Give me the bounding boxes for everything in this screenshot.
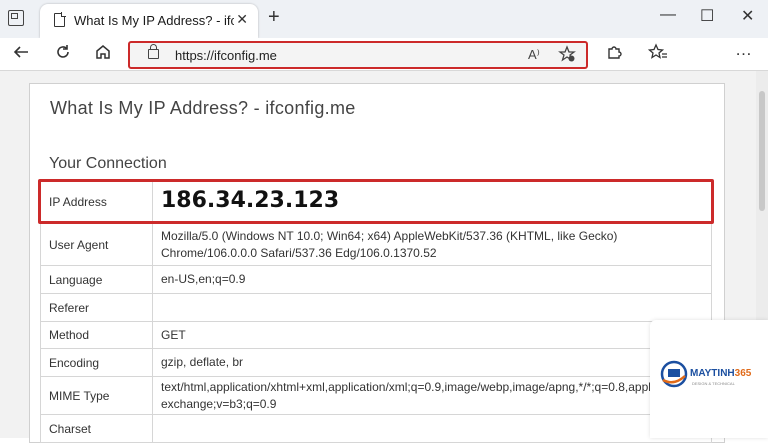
page-icon (54, 12, 66, 27)
more-icon[interactable]: … (735, 40, 752, 60)
ip-highlight-frame (38, 179, 714, 224)
extensions-icon[interactable] (605, 43, 623, 66)
row-key: Charset (40, 414, 153, 443)
row-key: Referer (40, 293, 153, 322)
add-favorite-icon[interactable] (558, 45, 576, 68)
maytinh365-logo-icon (660, 360, 688, 388)
brand-number: 365 (734, 368, 752, 379)
section-title: Your Connection (49, 155, 167, 172)
row-key: User Agent (40, 223, 153, 266)
row-value: gzip, deflate, br (152, 348, 712, 377)
lock-icon[interactable] (148, 44, 159, 59)
table-row: Method GET (40, 321, 712, 349)
page-title: What Is My IP Address? - ifconfig.me (50, 98, 356, 118)
tab-close-icon[interactable]: ✕ (236, 11, 248, 28)
close-window-button[interactable]: ✕ (741, 6, 754, 26)
row-value (152, 414, 712, 443)
row-value: text/html,application/xhtml+xml,applicat… (152, 376, 728, 415)
row-key: MIME Type (40, 376, 153, 415)
tab-title: What Is My IP Address? - ifconfig (74, 13, 234, 28)
row-value: Mozilla/5.0 (Windows NT 10.0; Win64; x64… (152, 223, 712, 266)
navigation-toolbar: https://ifconfig.me A⁾ … (0, 38, 768, 71)
row-key: Language (40, 265, 153, 294)
row-key: Encoding (40, 348, 153, 377)
table-row: Language en-US,en;q=0.9 (40, 265, 712, 294)
back-icon[interactable] (12, 43, 30, 66)
scrollbar-thumb[interactable] (759, 91, 765, 211)
url-text[interactable]: https://ifconfig.me (175, 48, 277, 63)
read-aloud-icon[interactable]: A⁾ (528, 47, 540, 63)
table-row: User Agent Mozilla/5.0 (Windows NT 10.0;… (40, 223, 712, 266)
table-row: Referer (40, 293, 712, 322)
address-bar[interactable]: https://ifconfig.me A⁾ (128, 41, 588, 69)
window-menu-icon[interactable] (8, 10, 24, 26)
row-value (152, 293, 712, 322)
row-key: Method (40, 321, 153, 349)
home-icon[interactable] (94, 43, 112, 66)
minimize-button[interactable]: — (660, 6, 676, 24)
table-row: MIME Type text/html,application/xhtml+xm… (40, 376, 728, 415)
watermark-brand: MAYTINH365 (690, 368, 751, 379)
browser-tab[interactable]: What Is My IP Address? - ifconfig ✕ (40, 4, 258, 38)
tab-strip: What Is My IP Address? - ifconfig ✕ + — … (0, 0, 768, 38)
row-value: en-US,en;q=0.9 (152, 265, 712, 294)
watermark-tagline: DESIGN & TECHNICAL (692, 381, 735, 386)
favorites-icon[interactable] (647, 43, 668, 66)
maximize-button[interactable]: ☐ (700, 6, 714, 26)
row-value: GET (152, 321, 712, 349)
refresh-icon[interactable] (54, 43, 72, 66)
table-row: Charset (40, 414, 712, 443)
new-tab-button[interactable]: + (268, 7, 280, 27)
brand-name: MAYTINH (690, 368, 735, 379)
table-row: Encoding gzip, deflate, br (40, 348, 712, 377)
